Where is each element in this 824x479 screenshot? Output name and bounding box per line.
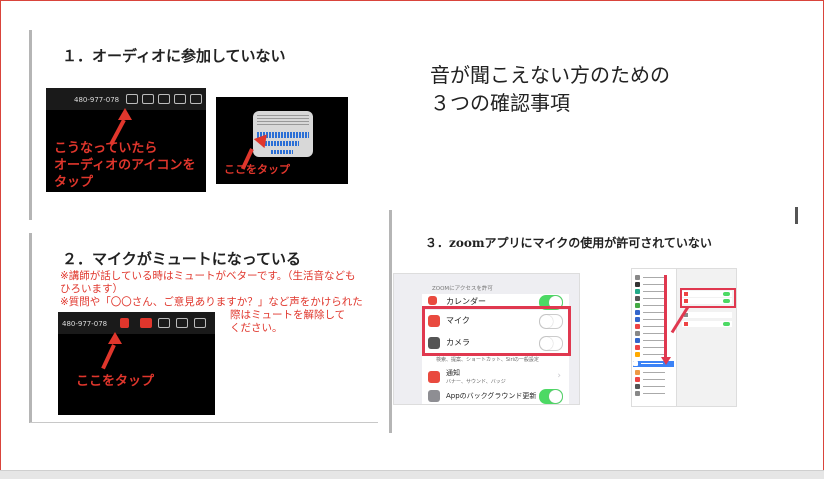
section2-note-1: ※講師が話している時はミュートがベターです。（生活音なども	[60, 270, 356, 282]
list-item[interactable]	[635, 296, 673, 301]
section1-zoom-screenshot: 480-977-078 こうなっていたら オーディオのアイコンを タップ	[46, 88, 206, 192]
ipad-settings-sidebar	[632, 269, 677, 406]
settings-label: 通知	[446, 369, 460, 377]
video-icon[interactable]	[140, 318, 152, 328]
list-item[interactable]	[635, 310, 673, 315]
section1-heading: １．オーディオに参加していない	[62, 47, 286, 65]
background-refresh-toggle[interactable]	[539, 389, 563, 404]
section2-divider	[29, 233, 32, 423]
list-item[interactable]	[635, 317, 673, 322]
gear-icon	[428, 390, 440, 402]
highlight-box	[680, 288, 736, 308]
share-icon[interactable]	[158, 318, 170, 328]
meeting-id: 480-977-078	[62, 320, 108, 328]
notifications-icon	[428, 371, 440, 383]
siri-sub: 検索、提案、ショートカット、Siriの一般設定	[436, 357, 539, 363]
section2-note-5: ください。	[230, 322, 283, 334]
section1-callout-line2: オーディオのアイコンを	[54, 158, 196, 173]
chevron-right-icon: ›	[557, 371, 561, 381]
share-icon[interactable]	[158, 94, 170, 104]
list-item[interactable]	[635, 384, 673, 389]
list-item[interactable]	[635, 282, 673, 287]
scrollbar-thumb[interactable]	[795, 207, 798, 224]
section2-callout: ここをタップ	[76, 374, 155, 389]
section1-callout-line3: タップ	[54, 175, 94, 190]
dialog-text	[257, 115, 309, 127]
section1-divider	[29, 30, 32, 220]
ipad-detail-row[interactable]	[682, 312, 732, 318]
arrow-shaft	[664, 275, 667, 361]
notify-sub: バナー、サウンド、バッジ	[446, 379, 506, 385]
section2-zoom-screenshot: 480-977-078 ここをタップ	[58, 312, 215, 415]
list-item[interactable]	[635, 345, 673, 350]
list-item[interactable]	[635, 275, 673, 280]
ipad-settings-screenshot	[631, 268, 737, 407]
meeting-toolbar: 480-977-078	[46, 88, 206, 110]
section2-note-3: ※質問や「〇〇さん、ご意見ありますか？」など声をかけられた	[60, 296, 363, 308]
section3-divider	[389, 210, 392, 433]
list-item[interactable]	[635, 338, 673, 343]
section1-dialog-callout: ここをタップ	[224, 163, 290, 176]
section3-heading: ３．zoomアプリにマイクの使用が許可されていない	[425, 236, 712, 250]
settings-label: Appのバックグラウンド更新	[446, 392, 537, 400]
section1-dialog-screenshot: ここをタップ	[216, 97, 348, 184]
arrow-shaft	[101, 344, 116, 370]
meeting-id: 480-977-078	[74, 96, 120, 104]
meeting-toolbar: 480-977-078	[58, 312, 215, 334]
list-item[interactable]	[635, 377, 673, 382]
more-icon[interactable]	[194, 318, 206, 328]
section2-baseline	[30, 422, 378, 423]
settings-section-header: ZOOMにアクセスを許可	[432, 286, 493, 292]
list-item[interactable]	[635, 289, 673, 294]
list-item[interactable]	[635, 303, 673, 308]
settings-row-notifications[interactable]: 通知 バナー、サウンド、バッジ ›	[422, 366, 569, 389]
section1-callout-line1: こうなっていたら	[54, 141, 158, 156]
audio-icon[interactable]	[126, 94, 138, 104]
list-item[interactable]	[635, 391, 673, 396]
arrow-icon	[661, 357, 671, 365]
section2-note-2: ひろいます）	[60, 283, 123, 295]
participants-icon[interactable]	[174, 94, 186, 104]
ios-settings-screenshot: ZOOMにアクセスを許可 カレンダー マイク カメラ 検索、提案、ショートカット…	[393, 273, 580, 405]
section2-note-4: 際はミュートを解除して	[230, 309, 346, 321]
slide-title-line1: 音が聞こえない方のための	[430, 63, 670, 87]
video-icon[interactable]	[142, 94, 154, 104]
participants-icon[interactable]	[176, 318, 188, 328]
more-icon[interactable]	[190, 94, 202, 104]
section2-heading: ２．マイクがミュートになっている	[62, 250, 301, 268]
mute-icon[interactable]	[120, 318, 129, 328]
highlight-box	[422, 306, 571, 356]
calendar-icon	[428, 296, 437, 305]
dialog-button-cancel[interactable]	[271, 150, 293, 154]
list-item[interactable]	[635, 331, 673, 336]
arrow-icon	[118, 108, 132, 120]
settings-row-background-refresh[interactable]: Appのバックグラウンド更新	[422, 388, 569, 404]
arrow-icon	[108, 332, 122, 344]
list-item[interactable]	[635, 370, 673, 375]
list-item[interactable]	[635, 324, 673, 329]
dialog-button-dial[interactable]	[265, 141, 299, 146]
slide-title-line2: ３つの確認事項	[430, 91, 570, 115]
ipad-detail-row[interactable]	[682, 321, 732, 327]
